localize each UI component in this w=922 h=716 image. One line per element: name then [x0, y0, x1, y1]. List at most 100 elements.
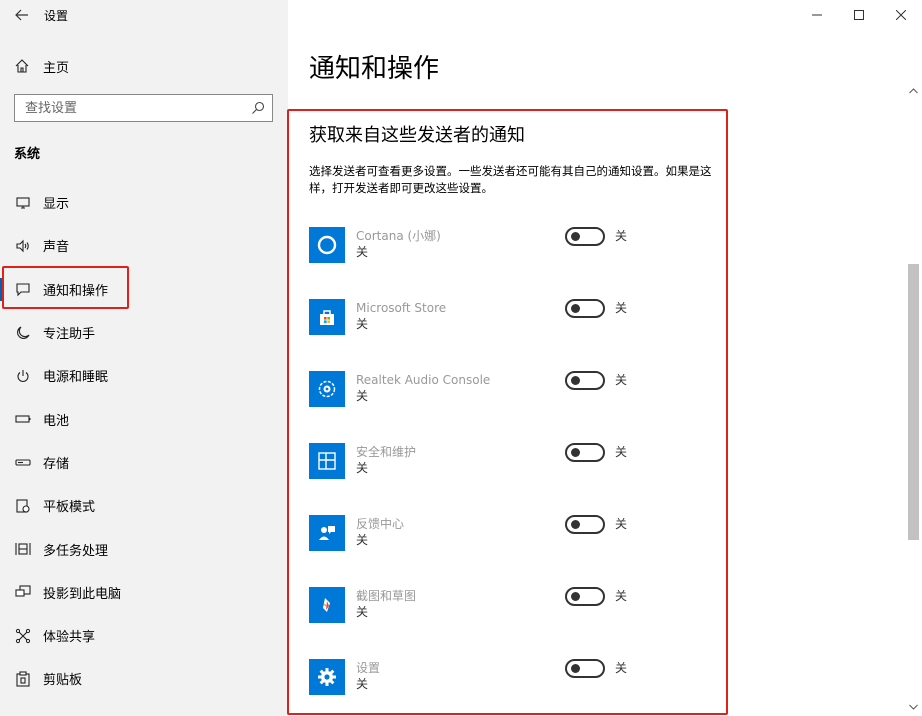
system-nav-list: 显示 声音 通知和操作 专注助手 电源和睡眠 电池 存储 平板模式 多任务处理 …	[0, 181, 288, 701]
multitask-icon	[14, 540, 32, 558]
home-link[interactable]: 主页	[14, 54, 69, 78]
home-label: 主页	[43, 60, 70, 76]
back-button[interactable]	[0, 0, 44, 30]
notification-toggle[interactable]	[565, 299, 605, 318]
sidebar-item-clipboard[interactable]: 剪贴板	[0, 657, 288, 700]
page-title: 通知和操作	[309, 54, 440, 84]
sidebar-item-display[interactable]: 显示	[0, 181, 288, 224]
sender-item[interactable]: 反馈中心 关 关	[309, 508, 729, 580]
notification-toggle[interactable]	[565, 587, 605, 606]
scroll-up-icon[interactable]	[905, 84, 922, 98]
notification-toggle[interactable]	[565, 371, 605, 390]
scrollbar-thumb[interactable]	[908, 264, 919, 540]
search-box[interactable]	[14, 94, 273, 122]
scroll-down-icon[interactable]	[905, 700, 922, 714]
minimize-button[interactable]	[796, 0, 838, 30]
title-bar: 设置	[0, 0, 288, 30]
battery-icon	[14, 410, 32, 428]
sidebar-item-label: 体验共享	[43, 630, 96, 646]
content-pane: 通知和操作 获取来自这些发送者的通知 选择发送者可查看更多设置。一些发送者还可能…	[287, 0, 922, 716]
toggle-label: 关	[615, 661, 628, 675]
sender-item[interactable]: 截图和草图 关 关	[309, 580, 729, 652]
section-label: 系统	[14, 147, 41, 162]
settings-gear-icon	[309, 659, 345, 695]
notification-toggle[interactable]	[565, 515, 605, 534]
cortana-icon	[309, 227, 345, 263]
sidebar-item-power-sleep[interactable]: 电源和睡眠	[0, 354, 288, 397]
sidebar-item-tablet-mode[interactable]: 平板模式	[0, 484, 288, 527]
sidebar-item-label: 电源和睡眠	[43, 370, 109, 386]
sidebar-item-label: 声音	[43, 240, 70, 256]
search-icon[interactable]	[250, 100, 266, 116]
sidebar-item-project-to-pc[interactable]: 投影到此电脑	[0, 571, 288, 614]
app-title: 设置	[44, 8, 69, 23]
navigation-pane: 设置 主页 系统 显示 声音 通知和操作 专注助手	[0, 0, 288, 716]
clipboard-icon	[14, 670, 32, 688]
notification-icon	[14, 280, 32, 298]
tablet-icon	[14, 497, 32, 515]
search-input[interactable]	[25, 100, 225, 116]
section-title: 获取来自这些发送者的通知	[309, 125, 525, 146]
sidebar-item-battery[interactable]: 电池	[0, 397, 288, 440]
sidebar-item-label: 剪贴板	[43, 673, 83, 689]
back-arrow-icon	[15, 9, 28, 21]
toggle-label: 关	[615, 301, 628, 315]
toggle-label: 关	[615, 229, 628, 243]
sidebar-item-shared-experiences[interactable]: 体验共享	[0, 614, 288, 657]
snip-icon	[309, 587, 345, 623]
sidebar-item-sound[interactable]: 声音	[0, 224, 288, 267]
sidebar-item-label: 电池	[43, 413, 70, 429]
sidebar-item-label: 存储	[43, 456, 70, 472]
realtek-icon	[309, 371, 345, 407]
sender-state: 关	[356, 605, 369, 619]
home-icon	[14, 58, 32, 74]
section-description: 选择发送者可查看更多设置。一些发送者还可能有其自己的通知设置。如果是这样，打开发…	[309, 164, 712, 195]
project-icon	[14, 583, 32, 601]
moon-icon	[14, 324, 32, 342]
toggle-label: 关	[615, 517, 628, 531]
window-controls	[796, 0, 922, 30]
feedback-icon	[309, 515, 345, 551]
sender-state: 关	[356, 677, 369, 691]
notification-toggle[interactable]	[565, 443, 605, 462]
monitor-icon	[14, 194, 32, 212]
storage-icon	[14, 453, 32, 471]
close-icon	[896, 10, 906, 20]
sender-name: 截图和草图	[356, 589, 417, 603]
store-icon	[309, 299, 345, 335]
speaker-icon	[14, 237, 32, 255]
notification-toggle[interactable]	[565, 227, 605, 246]
sidebar-item-storage[interactable]: 存储	[0, 441, 288, 484]
sender-item[interactable]: 安全和维护 关 关	[309, 436, 729, 508]
sender-name: Cortana (小娜)	[356, 229, 441, 243]
sidebar-item-focus-assist[interactable]: 专注助手	[0, 311, 288, 354]
toggle-label: 关	[615, 589, 628, 603]
close-button[interactable]	[880, 0, 922, 30]
sender-state: 关	[356, 245, 369, 259]
sidebar-item-label: 投影到此电脑	[43, 586, 122, 602]
security-icon	[309, 443, 345, 479]
minimize-icon	[812, 14, 822, 16]
sidebar-item-multitasking[interactable]: 多任务处理	[0, 527, 288, 570]
sender-name: 反馈中心	[356, 517, 405, 531]
sender-item[interactable]: 设置 关 关	[309, 652, 729, 716]
sender-name: Microsoft Store	[356, 301, 447, 315]
sender-state: 关	[356, 389, 369, 403]
sender-item[interactable]: Microsoft Store 关 关	[309, 292, 729, 364]
sidebar-item-label: 专注助手	[43, 327, 96, 343]
power-icon	[14, 367, 32, 385]
maximize-button[interactable]	[838, 0, 880, 30]
sender-name: 设置	[356, 661, 381, 675]
toggle-label: 关	[615, 373, 628, 387]
sender-name: Realtek Audio Console	[356, 373, 491, 387]
sidebar-item-label: 通知和操作	[43, 283, 109, 299]
sender-item[interactable]: Realtek Audio Console 关 关	[309, 364, 729, 436]
sender-state: 关	[356, 461, 369, 475]
sender-item[interactable]: Cortana (小娜) 关 关	[309, 220, 729, 292]
maximize-icon	[854, 10, 864, 20]
sidebar-item-notifications[interactable]: 通知和操作	[0, 268, 288, 311]
sidebar-item-label: 显示	[43, 197, 70, 213]
sender-state: 关	[356, 317, 369, 331]
notification-toggle[interactable]	[565, 659, 605, 678]
sidebar-item-label: 平板模式	[43, 500, 96, 516]
